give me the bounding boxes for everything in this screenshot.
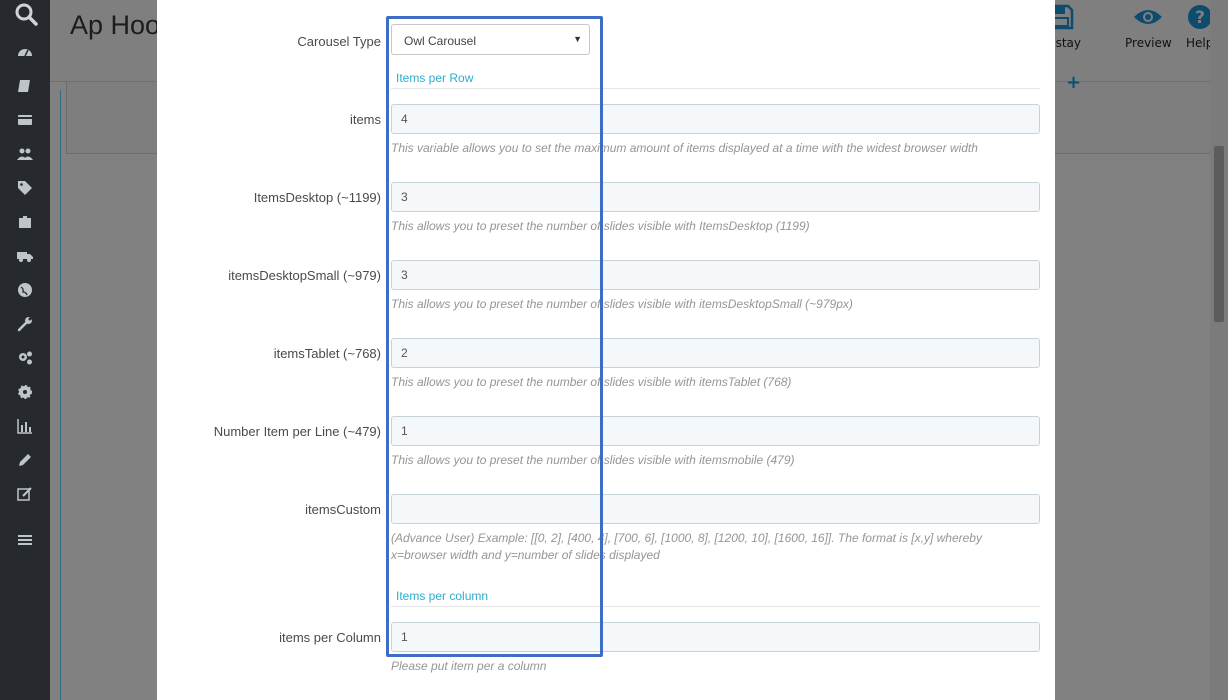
items-per-column-label: items per Column	[279, 630, 381, 645]
scrollbar-thumb[interactable]	[1214, 146, 1224, 322]
help-icon: ?	[1187, 4, 1213, 30]
items-custom-help-line1: (Advance User) Example: [[0, 2], [400, 4…	[391, 531, 982, 545]
items-custom-label: itemsCustom	[305, 502, 381, 517]
carousel-type-value: Owl Carousel	[404, 34, 477, 48]
items-tablet-label: itemsTablet (~768)	[273, 346, 381, 361]
items-input[interactable]: 4	[391, 104, 1040, 134]
scrollbar[interactable]	[1210, 0, 1228, 700]
section-items-per-row: Items per Row	[391, 71, 1040, 89]
stats-icon[interactable]	[17, 418, 33, 434]
carousel-settings-modal: Carousel Type Owl Carousel ▼ Items per R…	[157, 0, 1055, 700]
items-per-column-help: Please put item per a column	[391, 659, 547, 673]
chevron-down-icon: ▼	[573, 34, 582, 44]
section-items-per-column: Items per column	[391, 589, 1040, 607]
items-mobile-input[interactable]: 1	[391, 416, 1040, 446]
customers-icon[interactable]	[17, 146, 33, 162]
background-divider	[60, 90, 61, 700]
search-icon[interactable]	[14, 2, 38, 26]
tags-icon[interactable]	[17, 180, 33, 196]
carousel-type-select[interactable]: Owl Carousel ▼	[391, 24, 590, 55]
section-items-per-row-title: Items per Row	[396, 71, 474, 85]
svg-text:?: ?	[1195, 8, 1205, 28]
items-desktop-small-label: itemsDesktopSmall (~979)	[228, 268, 381, 283]
preview-label: Preview	[1125, 36, 1172, 50]
items-desktop-small-help: This allows you to preset the number of …	[391, 297, 853, 311]
sidebar	[0, 0, 50, 700]
items-label: items	[349, 112, 381, 127]
items-custom-input[interactable]	[391, 494, 1040, 524]
items-desktop-label: ItemsDesktop (~1199)	[253, 190, 381, 205]
carousel-type-label: Carousel Type	[297, 34, 381, 49]
note-icon[interactable]	[17, 486, 33, 502]
modules-icon[interactable]	[17, 214, 33, 230]
catalog-icon[interactable]	[17, 78, 33, 94]
tools-icon[interactable]	[17, 316, 33, 332]
items-mobile-label: Number Item per Line (~479)	[213, 424, 381, 439]
localization-icon[interactable]	[17, 282, 33, 298]
items-custom-help-line2: x=browser width and y=number of slides d…	[391, 548, 660, 562]
preferences-icon[interactable]	[17, 350, 33, 366]
orders-icon[interactable]	[17, 112, 33, 128]
items-tablet-input[interactable]: 2	[391, 338, 1040, 368]
dashboard-icon[interactable]	[17, 44, 33, 60]
eye-icon	[1133, 4, 1163, 30]
preview-button[interactable]: Preview	[1125, 4, 1172, 50]
menu-icon[interactable]	[17, 532, 33, 548]
settings-icon[interactable]	[17, 384, 33, 400]
items-per-column-input[interactable]: 1	[391, 622, 1040, 652]
items-desktop-small-input[interactable]: 3	[391, 260, 1040, 290]
section-items-per-column-title: Items per column	[396, 589, 489, 603]
items-desktop-input[interactable]: 3	[391, 182, 1040, 212]
add-icon[interactable]: +	[1066, 72, 1081, 93]
items-tablet-help: This allows you to preset the number of …	[391, 375, 792, 389]
items-help: This variable allows you to set the maxi…	[391, 141, 978, 155]
shipping-icon[interactable]	[17, 248, 33, 264]
items-desktop-help: This allows you to preset the number of …	[391, 219, 810, 233]
items-mobile-help: This allows you to preset the number of …	[391, 453, 795, 467]
page-title: Ap Hoo	[70, 10, 161, 40]
edit-icon[interactable]	[17, 452, 33, 468]
